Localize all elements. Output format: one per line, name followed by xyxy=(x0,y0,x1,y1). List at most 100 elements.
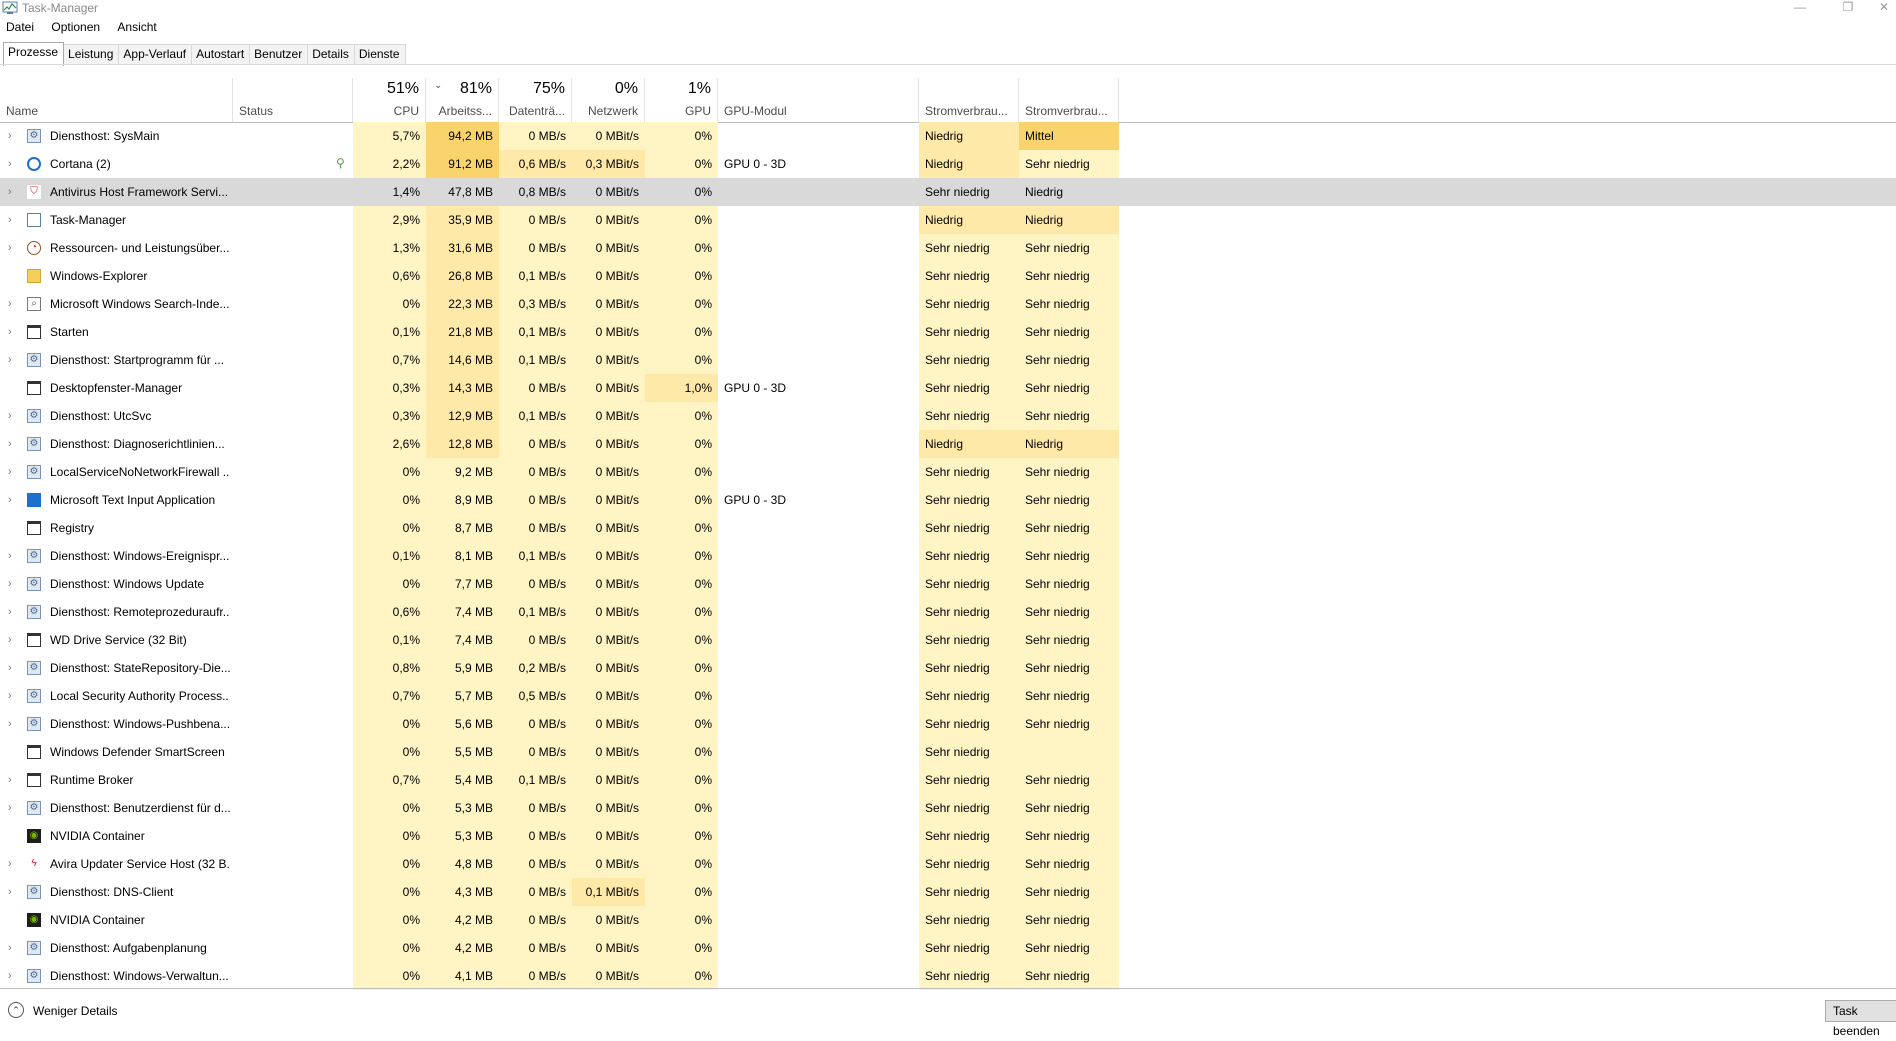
cell-gpu: 0% xyxy=(645,766,718,794)
chevron-right-icon[interactable]: › xyxy=(8,850,20,878)
cell-trend: Sehr niedrig xyxy=(1019,682,1119,710)
process-row[interactable]: Windows-Explorer 0,6% 26,8 MB 0,1 MB/s 0 MBi… xyxy=(0,262,1896,290)
textinput-icon xyxy=(27,493,41,507)
cell-net: 0 MBit/s xyxy=(572,934,645,962)
less-details-link[interactable]: Weniger Details xyxy=(33,1004,117,1018)
process-row[interactable]: Registry 0% 8,7 MB 0 MB/s 0 MBit/s 0% Sehr nie… xyxy=(0,514,1896,542)
chevron-right-icon[interactable]: › xyxy=(8,150,20,178)
minimize-button[interactable]: — xyxy=(1782,0,1818,16)
restore-button[interactable]: ❐ xyxy=(1830,0,1866,16)
process-row[interactable]: › ⚙ Diensthost: Windows-Ereignispr... 0,1% 8… xyxy=(0,542,1896,570)
process-row[interactable]: › Microsoft Text Input Application 0% 8,9 M… xyxy=(0,486,1896,514)
cell-cpu: 0% xyxy=(353,794,426,822)
process-row[interactable]: › ⚙ Diensthost: UtcSvc 0,3% 12,9 MB 0,1 MB/s 0… xyxy=(0,402,1896,430)
process-row[interactable]: › ⚙ Diensthost: Startprogramm für ... 0,7% 1… xyxy=(0,346,1896,374)
process-row[interactable]: › ⚙ LocalServiceNoNetworkFirewall ... 0% 9,2… xyxy=(0,458,1896,486)
process-row[interactable]: Windows Defender SmartScreen 0% 5,5 MB 0 MB… xyxy=(0,738,1896,766)
process-row[interactable]: › ⚙ Diensthost: Windows-Pushbena... 0% 5,6 M… xyxy=(0,710,1896,738)
chevron-right-icon[interactable]: › xyxy=(8,318,20,346)
chevron-right-icon[interactable]: › xyxy=(8,234,20,262)
process-row[interactable]: › ⚙ Diensthost: Aufgabenplanung 0% 4,2 MB 0 M… xyxy=(0,934,1896,962)
process-row[interactable]: › ⚙ Diensthost: Remoteprozeduraufr... 0,6% 7… xyxy=(0,598,1896,626)
tab-app-verlauf[interactable]: App-Verlauf xyxy=(118,44,193,65)
menu-ansicht[interactable]: Ansicht xyxy=(117,20,156,34)
tab-leistung[interactable]: Leistung xyxy=(63,44,120,65)
header-network[interactable]: 0% Netzwerk xyxy=(572,78,645,122)
process-row[interactable]: › Task-Manager 2,9% 35,9 MB 0 MB/s 0 MBit/s 0%… xyxy=(0,206,1896,234)
chevron-right-icon[interactable]: › xyxy=(8,626,20,654)
process-row[interactable]: ◉ NVIDIA Container 0% 5,3 MB 0 MB/s 0 MBit/s 0… xyxy=(0,822,1896,850)
process-row[interactable]: › ◔ Ressourcen- und Leistungsüber... 1,3% 31… xyxy=(0,234,1896,262)
header-gpu-module[interactable]: GPU-Modul xyxy=(718,78,919,122)
chevron-right-icon[interactable]: › xyxy=(8,598,20,626)
chevron-right-icon[interactable]: › xyxy=(8,206,20,234)
cell-gpu: 0% xyxy=(645,654,718,682)
process-row[interactable]: › Starten 0,1% 21,8 MB 0,1 MB/s 0 MBit/s 0% Seh… xyxy=(0,318,1896,346)
end-task-button[interactable]: Task beenden xyxy=(1825,1000,1896,1038)
process-name: NVIDIA Container xyxy=(50,913,145,927)
cell-trend: Sehr niedrig xyxy=(1019,150,1119,178)
close-button[interactable]: ✕ xyxy=(1872,0,1896,16)
chevron-right-icon[interactable]: › xyxy=(8,934,20,962)
process-row[interactable]: › ⚙ Diensthost: Windows-Verwaltun... 0% 4,1 … xyxy=(0,962,1896,990)
process-row[interactable]: › ⚙ Diensthost: Diagnoserichtlinien... 2,6%… xyxy=(0,430,1896,458)
cell-cpu: 0,3% xyxy=(353,402,426,430)
chevron-right-icon[interactable]: › xyxy=(8,654,20,682)
chevron-right-icon[interactable]: › xyxy=(8,570,20,598)
tab-details[interactable]: Details xyxy=(307,44,355,65)
header-memory[interactable]: ⌄ 81% Arbeitss... xyxy=(426,78,499,122)
process-row[interactable]: › ⚙ Diensthost: Windows Update 0% 7,7 MB 0 MB… xyxy=(0,570,1896,598)
header-disk[interactable]: 75% Datenträ... xyxy=(499,78,572,122)
cell-gpu: 0% xyxy=(645,402,718,430)
header-cpu[interactable]: 51% CPU xyxy=(353,78,426,122)
header-power-trend[interactable]: Stromverbrau... xyxy=(1019,78,1119,122)
cell-gpu: 0% xyxy=(645,514,718,542)
header-cpu-pct: 51% xyxy=(386,80,419,97)
process-row[interactable]: › ⚙ Diensthost: SysMain 5,7% 94,2 MB 0 MB/s 0 … xyxy=(0,122,1896,150)
process-row[interactable]: › ⚙ Diensthost: DNS-Client 0% 4,3 MB 0 MB/s 0,… xyxy=(0,878,1896,906)
header-status[interactable]: Status xyxy=(233,78,353,122)
chevron-right-icon[interactable]: › xyxy=(8,682,20,710)
chevron-right-icon[interactable]: › xyxy=(8,290,20,318)
menu-datei[interactable]: Datei xyxy=(6,20,34,34)
header-power[interactable]: Stromverbrau... xyxy=(919,78,1019,122)
chevron-right-icon[interactable]: › xyxy=(8,542,20,570)
cell-power: Sehr niedrig xyxy=(925,185,990,199)
process-row[interactable]: › ⚙ Local Security Authority Process... 0,7… xyxy=(0,682,1896,710)
cell-trend: Sehr niedrig xyxy=(1019,850,1119,878)
chevron-right-icon[interactable]: › xyxy=(8,178,20,206)
tab-autostart[interactable]: Autostart xyxy=(191,44,251,65)
process-row[interactable]: › Runtime Broker 0,7% 5,4 MB 0,1 MB/s 0 MBit/… xyxy=(0,766,1896,794)
chevron-right-icon[interactable]: › xyxy=(8,402,20,430)
process-row[interactable]: Desktopfenster-Manager 0,3% 14,3 MB 0 MB/s 0… xyxy=(0,374,1896,402)
process-row[interactable]: › ⛉ Antivirus Host Framework Servi... 1,4% 4… xyxy=(0,178,1896,206)
header-gpu[interactable]: 1% GPU xyxy=(645,78,718,122)
process-row[interactable]: › ⚙ Diensthost: StateRepository-Die... 0,8%… xyxy=(0,654,1896,682)
tab-dienste[interactable]: Dienste xyxy=(353,44,406,65)
process-row[interactable]: › ϟ Avira Updater Service Host (32 B... 0% 4… xyxy=(0,850,1896,878)
chevron-right-icon[interactable]: › xyxy=(8,430,20,458)
menu-optionen[interactable]: Optionen xyxy=(51,20,100,34)
chevron-up-icon[interactable]: ⌃ xyxy=(8,1002,24,1018)
process-row[interactable]: › ⌕ Microsoft Windows Search-Inde... 0% 22,3… xyxy=(0,290,1896,318)
chevron-right-icon[interactable]: › xyxy=(8,710,20,738)
chevron-right-icon[interactable]: › xyxy=(8,122,20,150)
tab-benutzer[interactable]: Benutzer xyxy=(249,44,309,65)
process-row[interactable]: ◉ NVIDIA Container 0% 4,2 MB 0 MB/s 0 MBit/s 0… xyxy=(0,906,1896,934)
chevron-right-icon[interactable]: › xyxy=(8,794,20,822)
chevron-right-icon[interactable]: › xyxy=(8,962,20,990)
process-row[interactable]: › WD Drive Service (32 Bit) 0,1% 7,4 MB 0 MB… xyxy=(0,626,1896,654)
cell-trend: Sehr niedrig xyxy=(1019,794,1119,822)
chevron-right-icon[interactable]: › xyxy=(8,878,20,906)
header-name[interactable]: Name xyxy=(0,78,233,122)
process-row[interactable]: › Cortana (2) ⚲ 2,2% 91,2 MB 0,6 MB/s 0,3 MBit… xyxy=(0,150,1896,178)
cell-net: 0 MBit/s xyxy=(572,318,645,346)
tab-prozesse[interactable]: Prozesse xyxy=(3,42,65,66)
process-row[interactable]: › ⚙ Diensthost: Benutzerdienst für d... 0% 5… xyxy=(0,794,1896,822)
process-name: Local Security Authority Process... xyxy=(50,689,230,703)
chevron-right-icon[interactable]: › xyxy=(8,458,20,486)
chevron-right-icon[interactable]: › xyxy=(8,766,20,794)
cell-disk: 0,1 MB/s xyxy=(499,542,572,570)
chevron-right-icon[interactable]: › xyxy=(8,346,20,374)
chevron-right-icon[interactable]: › xyxy=(8,486,20,514)
